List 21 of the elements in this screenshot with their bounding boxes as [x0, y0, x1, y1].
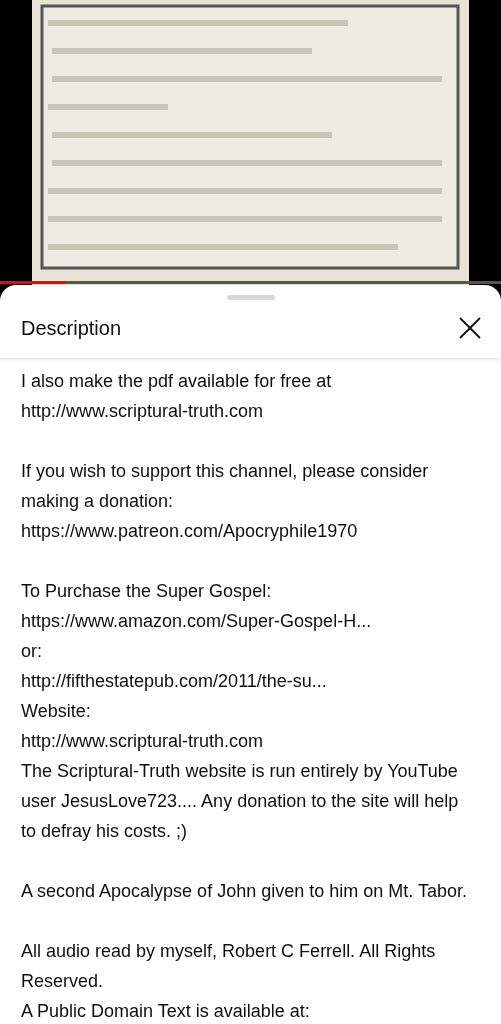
description-line: If you wish to support this channel, please consider	[21, 460, 429, 483]
description-line: Reserved.	[21, 970, 104, 993]
drag-handle[interactable]	[226, 295, 275, 300]
sheet-title: Description	[21, 316, 122, 340]
description-line: making a donation:	[21, 490, 174, 513]
description-line: http://www.scriptural-truth.com	[21, 730, 264, 753]
description-line: All audio read by myself, Robert C Ferrell. All Rights	[21, 940, 436, 963]
progress-bar[interactable]	[0, 281, 501, 284]
description-line: http://fifthestatepub.com/2011/the-su...	[21, 670, 327, 693]
description-line: user JesusLove723.... Any donation to the site will help	[21, 790, 459, 813]
description-line: I also make the pdf available for free at	[21, 370, 332, 393]
description-line: A Public Domain Text is available at:	[21, 1000, 310, 1023]
description-line: to defray his costs. ;)	[21, 820, 188, 843]
description-line: A second Apocalypse of John given to him on Mt. Tabor.	[21, 880, 467, 903]
description-line: To Purchase the Super Gospel:	[21, 580, 272, 603]
description-line: https://www.amazon.com/Super-Gospel-H...	[21, 610, 372, 633]
description-line: https://www.patreon.com/Apocryphile1970	[21, 520, 358, 543]
description-line: http://www.scriptural-truth.com	[21, 400, 264, 423]
description-line: The Scriptural-Truth website is run entirely by YouTube	[21, 760, 458, 783]
description-line: Website:	[21, 700, 91, 723]
description-line: or:	[21, 640, 42, 663]
